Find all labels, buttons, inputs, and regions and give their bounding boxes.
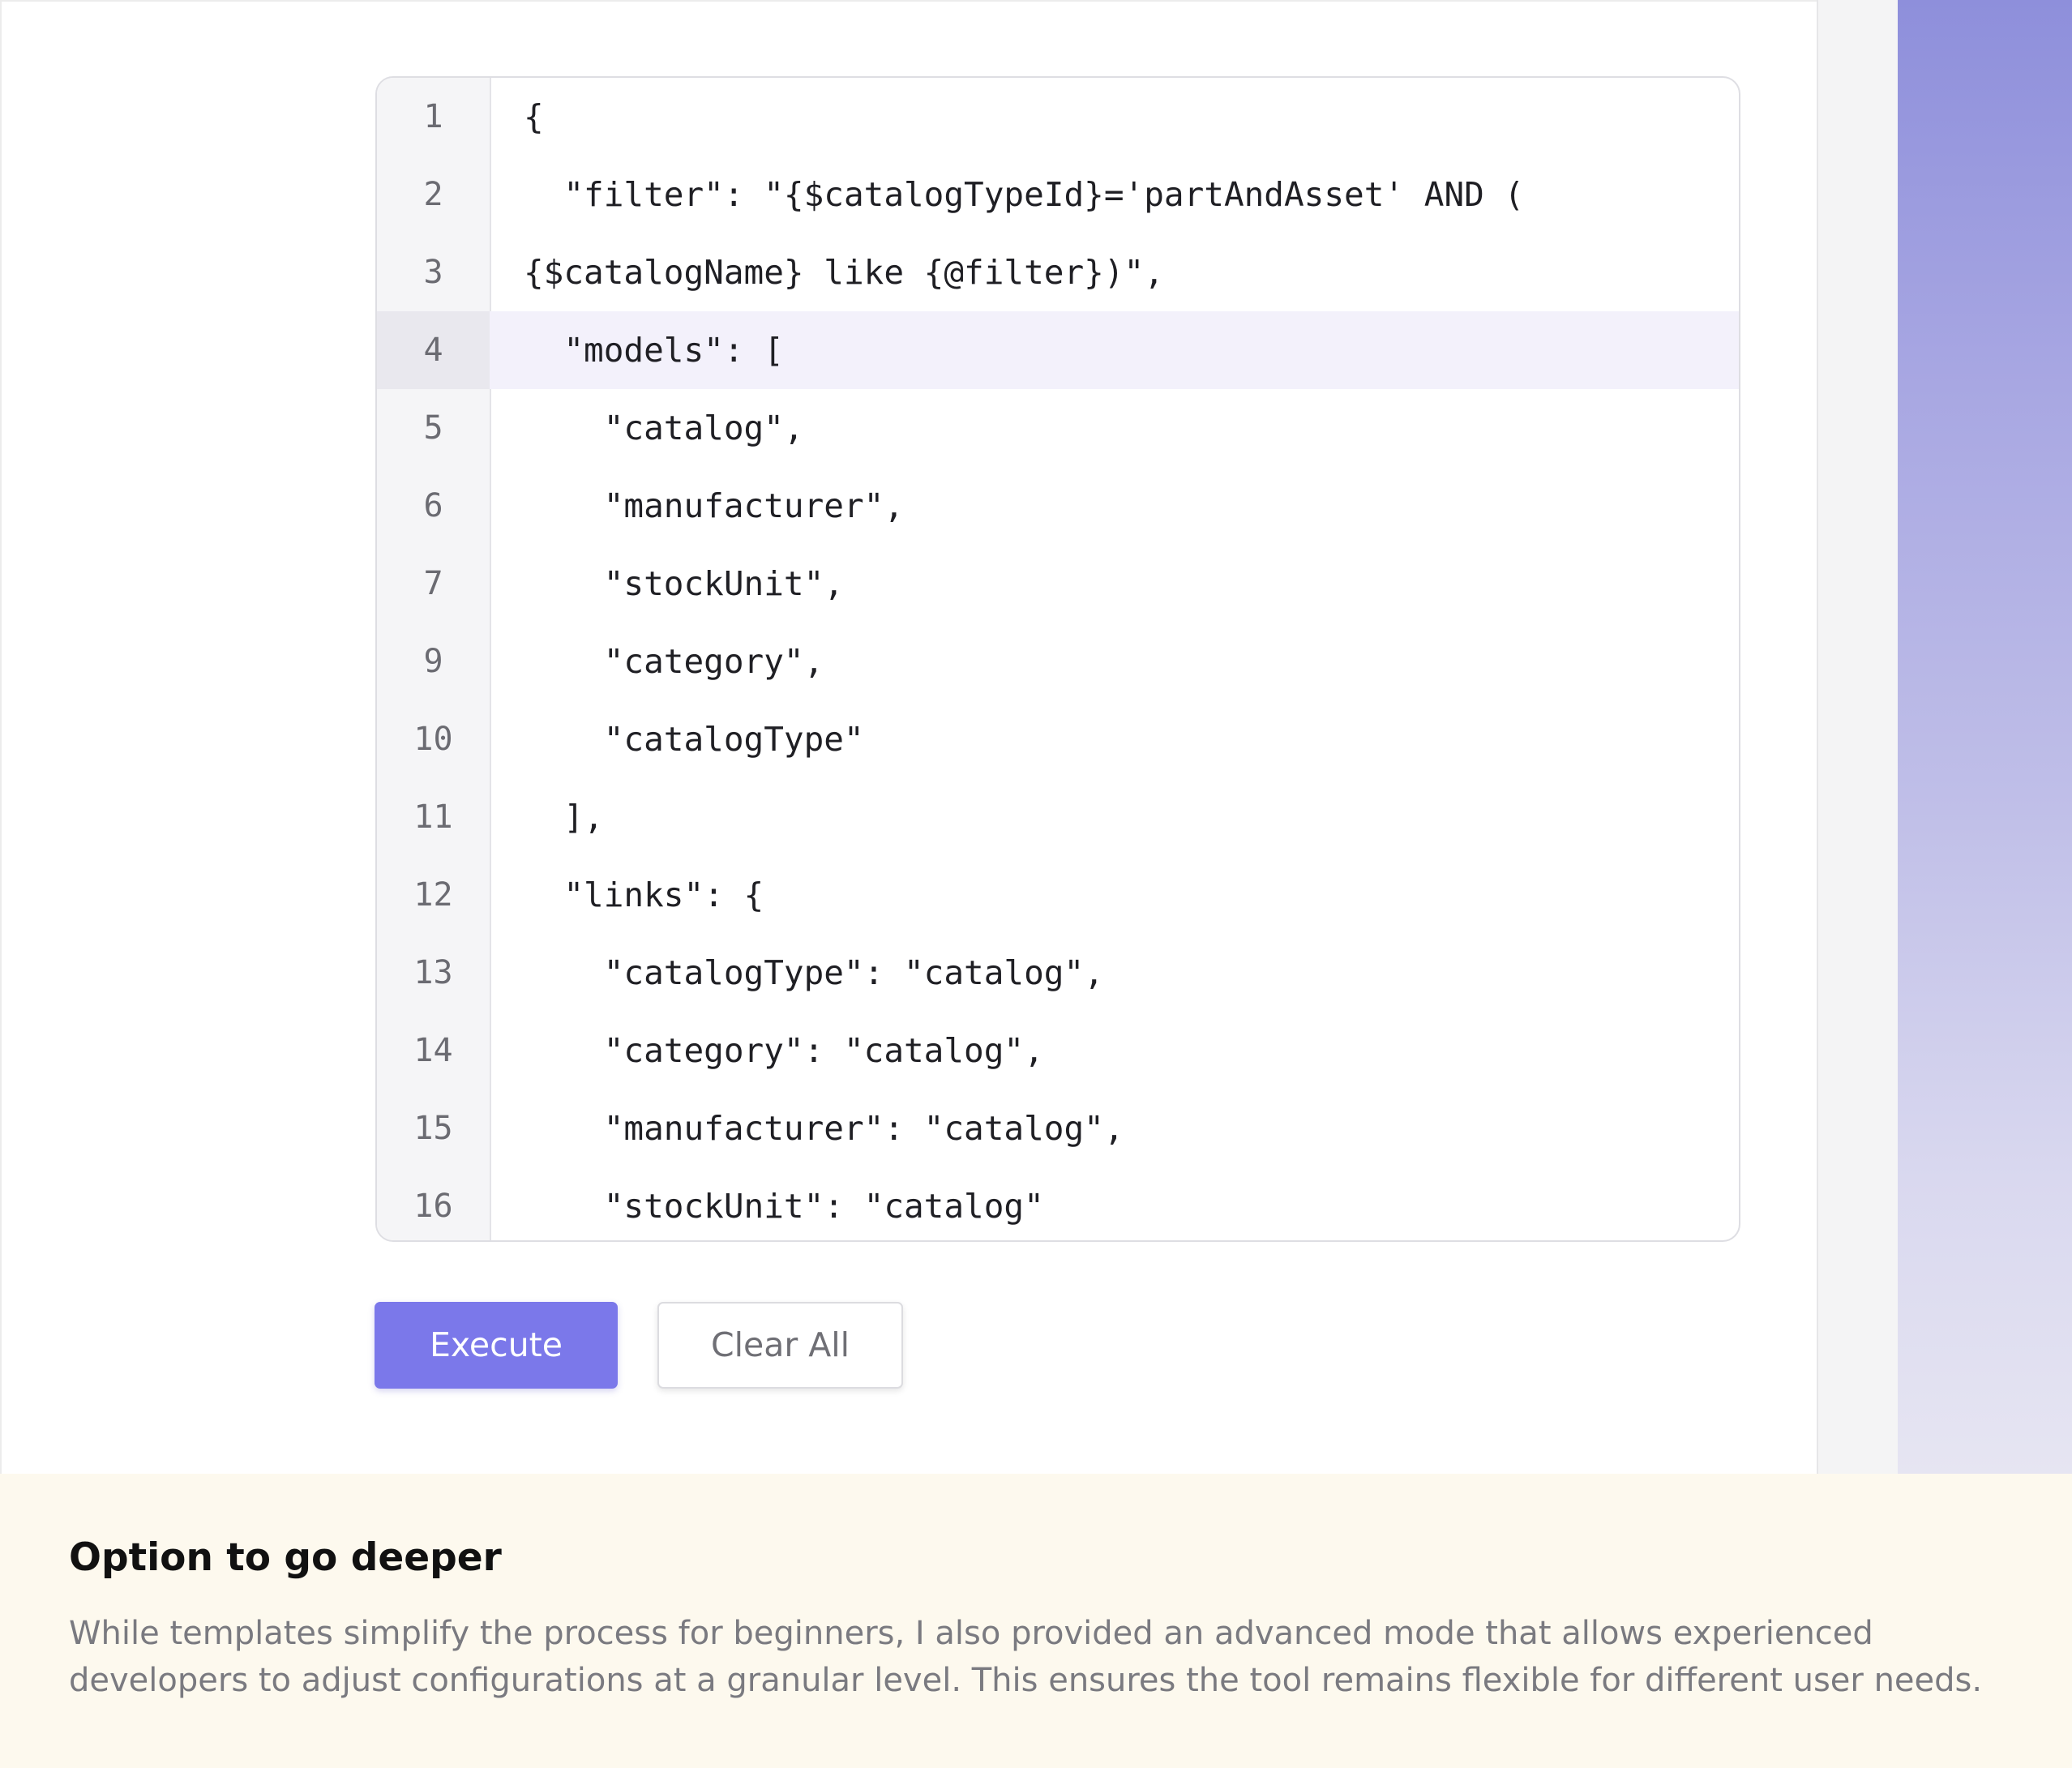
line-code: "category", — [524, 642, 824, 681]
code-line[interactable]: 10 "catalogType" — [377, 700, 1739, 778]
line-number: 2 — [423, 176, 443, 213]
line-code: "manufacturer": "catalog", — [524, 1109, 1124, 1148]
code-line[interactable]: 16 "stockUnit": "catalog" — [377, 1167, 1739, 1240]
side-scroll-area — [1817, 0, 1898, 1474]
line-number: 11 — [413, 798, 453, 836]
line-code: "models": [ — [524, 331, 784, 370]
line-code: "catalogType": "catalog", — [524, 953, 1104, 992]
line-number: 3 — [423, 254, 443, 291]
line-code: {$catalogName} like {@filter})", — [524, 253, 1164, 292]
line-number: 13 — [413, 954, 453, 991]
code-line[interactable]: 11 ], — [377, 778, 1739, 856]
line-code: "filter": "{$catalogTypeId}='partAndAsse… — [524, 175, 1525, 214]
line-number: 14 — [413, 1032, 453, 1069]
line-code: "links": { — [524, 875, 764, 914]
line-code: { — [524, 97, 544, 136]
clear-all-button[interactable]: Clear All — [657, 1302, 903, 1389]
code-line[interactable]: 2 "filter": "{$catalogTypeId}='partAndAs… — [377, 156, 1739, 233]
code-line[interactable]: 5 "catalog", — [377, 389, 1739, 467]
code-line[interactable]: 13 "catalogType": "catalog", — [377, 934, 1739, 1012]
line-code: "catalogType" — [524, 720, 864, 759]
line-number: 12 — [413, 876, 453, 914]
info-section: Option to go deeper While templates simp… — [0, 1474, 2072, 1768]
line-number: 4 — [377, 311, 490, 389]
line-number: 5 — [423, 409, 443, 447]
line-code: "category": "catalog", — [524, 1031, 1044, 1070]
line-code: "stockUnit": "catalog" — [524, 1187, 1044, 1226]
line-number: 1 — [423, 98, 443, 135]
line-code: "stockUnit", — [524, 564, 844, 603]
code-editor[interactable]: 1 { 2 "filter": "{$catalogTypeId}='partA… — [375, 76, 1740, 1242]
line-number: 7 — [423, 565, 443, 602]
line-number: 9 — [423, 643, 443, 680]
code-line[interactable]: 14 "category": "catalog", — [377, 1012, 1739, 1089]
info-title: Option to go deeper — [69, 1535, 502, 1580]
code-line[interactable]: 7 "stockUnit", — [377, 545, 1739, 623]
line-number: 6 — [423, 487, 443, 524]
code-line[interactable]: 9 "category", — [377, 623, 1739, 700]
execute-button[interactable]: Execute — [375, 1302, 618, 1389]
code-line[interactable]: 3 {$catalogName} like {@filter})", — [377, 233, 1739, 311]
line-number: 15 — [413, 1110, 453, 1147]
line-number: 16 — [413, 1188, 453, 1225]
info-description: While templates simplify the process for… — [69, 1615, 1983, 1699]
gradient-decoration — [1898, 0, 2072, 1474]
code-line[interactable]: 4 "models": [ — [377, 311, 1739, 389]
line-code: "manufacturer", — [524, 486, 904, 525]
code-lines: 1 { 2 "filter": "{$catalogTypeId}='partA… — [377, 78, 1739, 1240]
line-code: "catalog", — [524, 409, 804, 447]
code-line[interactable]: 15 "manufacturer": "catalog", — [377, 1089, 1739, 1167]
code-line[interactable]: 6 "manufacturer", — [377, 467, 1739, 545]
line-number: 10 — [413, 721, 453, 758]
code-line[interactable]: 12 "links": { — [377, 856, 1739, 934]
line-code: ], — [524, 798, 604, 837]
code-line[interactable]: 1 { — [377, 78, 1739, 156]
